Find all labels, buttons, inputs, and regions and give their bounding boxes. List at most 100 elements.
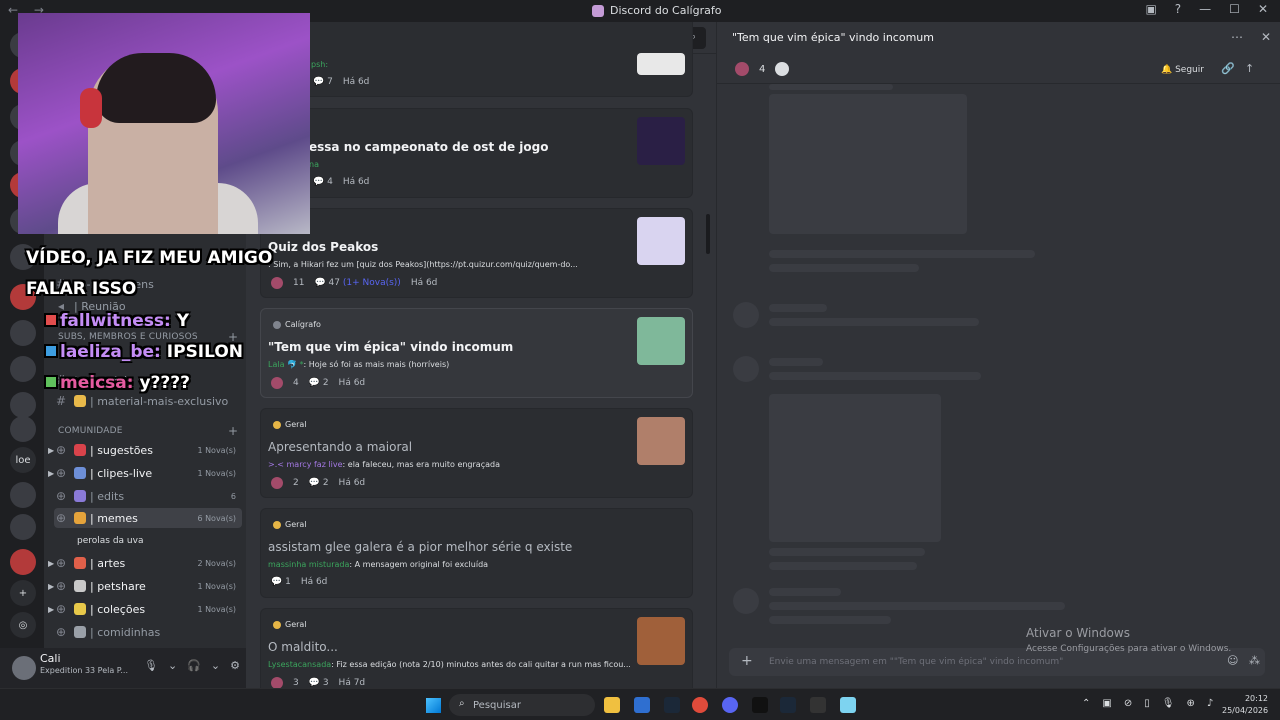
headphones-icon[interactable]: 🎧	[187, 659, 201, 672]
inbox-icon[interactable]: ▣	[1145, 2, 1156, 16]
expand-arrow-icon[interactable]: ▶	[48, 605, 54, 614]
taskbar-clock[interactable]: 20:12 25/04/2026	[1222, 693, 1268, 717]
post-preview: : Sim, a Hikari fez um [quiz dos Peakos]…	[268, 260, 578, 269]
microphone-icon[interactable]: 🎙	[1162, 698, 1175, 709]
forum-post[interactable]: Calígrafo "Tem que vim épica" vindo inco…	[260, 308, 693, 398]
server-icon[interactable]	[10, 482, 36, 508]
avatar[interactable]	[12, 656, 36, 680]
help-icon[interactable]: ?	[1175, 2, 1181, 16]
voice-controls: 🎙 ⌄ 🎧 ⌄ ⚙	[144, 659, 240, 672]
server-icon[interactable]	[10, 320, 36, 346]
film-icon	[74, 467, 86, 479]
message-input[interactable]	[769, 653, 1209, 671]
channel-petshare[interactable]: ▶ ⊕ | petshare 1 Nova(s)	[48, 576, 242, 596]
windows-activation-watermark: Ativar o Windows Acesse Configurações pa…	[1026, 626, 1231, 654]
expand-arrow-icon[interactable]: ▶	[48, 582, 54, 591]
forum-post[interactable]: Quiz dos Peakos : Sim, a Hikari fez um […	[260, 208, 693, 298]
add-reaction-icon[interactable]	[775, 62, 790, 76]
chevron-down-icon[interactable]: ⌄	[168, 659, 177, 672]
replies-count: 💬 7	[313, 77, 333, 87]
server-icon[interactable]	[10, 392, 36, 418]
sub-badge-icon	[44, 344, 58, 358]
channel-clipes-live[interactable]: ▶ ⊕ | clipes-live 1 Nova(s)	[48, 463, 242, 483]
post-meta: 3 💬 3 Há 7d	[271, 677, 365, 688]
skeleton-avatar	[733, 356, 759, 382]
post-time: Há 6d	[342, 177, 370, 187]
channel-item[interactable]: # | material-mais-exclusivo	[54, 391, 242, 411]
post-title: "Tem que vim épica" vindo incomum	[268, 340, 514, 354]
server-icon[interactable]	[10, 356, 36, 382]
tray-app-icon[interactable]: ⊘	[1124, 698, 1132, 709]
battery-icon[interactable]: ▯	[1144, 698, 1150, 709]
forum-post[interactable]: essa no campeonato de ost de jogo na 💬 4…	[260, 108, 693, 198]
plus-icon[interactable]: +	[741, 653, 753, 669]
file-explorer-icon[interactable]	[604, 697, 620, 713]
terminal-icon[interactable]	[752, 697, 768, 713]
maximize-button[interactable]: ☐	[1229, 2, 1240, 16]
follow-button[interactable]: 🔔 Seguir	[1161, 62, 1204, 78]
emoji-icon[interactable]: ☺	[1227, 654, 1238, 667]
windows-start-icon[interactable]	[426, 698, 441, 713]
post-meta: 💬 7 Há 6d	[313, 77, 369, 87]
minimize-button[interactable]: —	[1199, 2, 1211, 16]
chat-message: IPSILON	[160, 342, 244, 362]
chrome-icon[interactable]	[692, 697, 708, 713]
steam-icon[interactable]	[780, 697, 796, 713]
channel-label: | petshare	[90, 579, 146, 593]
chevron-up-icon[interactable]: ⌃	[1082, 698, 1090, 709]
activation-title: Ativar o Windows	[1026, 626, 1130, 640]
close-icon[interactable]: ✕	[1261, 30, 1271, 44]
post-thumbnail	[637, 53, 685, 75]
steam-icon[interactable]	[664, 697, 680, 713]
skeleton-line	[769, 562, 917, 570]
server-icon[interactable]	[10, 514, 36, 540]
network-icon[interactable]: ⊕	[1186, 698, 1194, 709]
link-icon[interactable]: 🔗	[1221, 62, 1235, 75]
server-icon[interactable]	[10, 549, 36, 575]
volume-icon[interactable]: ♪	[1207, 698, 1213, 709]
server-loe[interactable]: loe	[10, 447, 36, 473]
sub-thread-perolas[interactable]: perolas da uva	[77, 536, 143, 546]
chevron-down-icon[interactable]: ⌄	[211, 659, 220, 672]
channel-colecoes[interactable]: ▶ ⊕ | coleções 1 Nova(s)	[48, 599, 242, 619]
category-subs[interactable]: SUBS, MEMBROS E CURIOSOS +	[58, 330, 238, 344]
server-icon[interactable]	[10, 416, 36, 442]
add-channel-icon[interactable]: +	[228, 424, 238, 438]
app-icon[interactable]	[840, 697, 856, 713]
channel-edits[interactable]: ⊕ | edits 6	[54, 486, 242, 506]
channel-memes[interactable]: ⊕ | memes 6 Nova(s)	[54, 508, 242, 528]
forum-post[interactable]: psh: 💬 7 Há 6d	[260, 22, 693, 97]
reaction-count: 2	[293, 478, 299, 488]
post-title: essa no campeonato de ost de jogo	[309, 140, 549, 154]
store-icon[interactable]	[634, 697, 650, 713]
arrow-up-icon[interactable]: ↑	[1245, 62, 1254, 75]
channel-sugestoes[interactable]: ▶ ⊕ | sugestões 1 Nova(s)	[48, 440, 242, 460]
microphone-icon[interactable]: 🎙	[144, 659, 158, 672]
scrollbar[interactable]	[706, 214, 710, 254]
discord-icon[interactable]	[722, 697, 738, 713]
tray-app-icon[interactable]: ▣	[1102, 698, 1111, 709]
reaction-count: 4	[759, 63, 766, 75]
expand-arrow-icon[interactable]: ▶	[48, 446, 54, 455]
channel-comidinhas[interactable]: ⊕ | comidinhas	[54, 622, 242, 642]
channel-artes[interactable]: ▶ ⊕ | artes 2 Nova(s)	[48, 553, 242, 573]
post-preview: : A mensagem original foi excluída	[349, 560, 489, 569]
post-meta: 2 💬 2 Há 6d	[271, 477, 365, 489]
apps-icon[interactable]: ⁂	[1249, 654, 1260, 667]
forum-post[interactable]: Geral assistam glee galera é a pior melh…	[260, 508, 693, 598]
expand-arrow-icon[interactable]: ▶	[48, 469, 54, 478]
channel-label: | comidinhas	[90, 625, 161, 639]
taskbar-search-input[interactable]	[449, 694, 595, 716]
forum-icon: ⊕	[55, 466, 67, 480]
discover-icon[interactable]: ◎	[10, 612, 36, 638]
more-icon[interactable]: ⋯	[1231, 30, 1243, 44]
obs-icon[interactable]	[810, 697, 826, 713]
close-button[interactable]: ✕	[1258, 2, 1268, 16]
forum-post[interactable]: Geral O maldito... Lysestacansada: Fiz e…	[260, 608, 693, 688]
expand-arrow-icon[interactable]: ▶	[48, 559, 54, 568]
category-community[interactable]: COMUNIDADE +	[58, 424, 238, 438]
gear-icon[interactable]: ⚙	[230, 659, 240, 672]
forum-icon: ⊕	[55, 489, 67, 503]
add-server-icon[interactable]: +	[10, 580, 36, 606]
forum-post[interactable]: Geral Apresentando a maioral >.< marcy f…	[260, 408, 693, 498]
